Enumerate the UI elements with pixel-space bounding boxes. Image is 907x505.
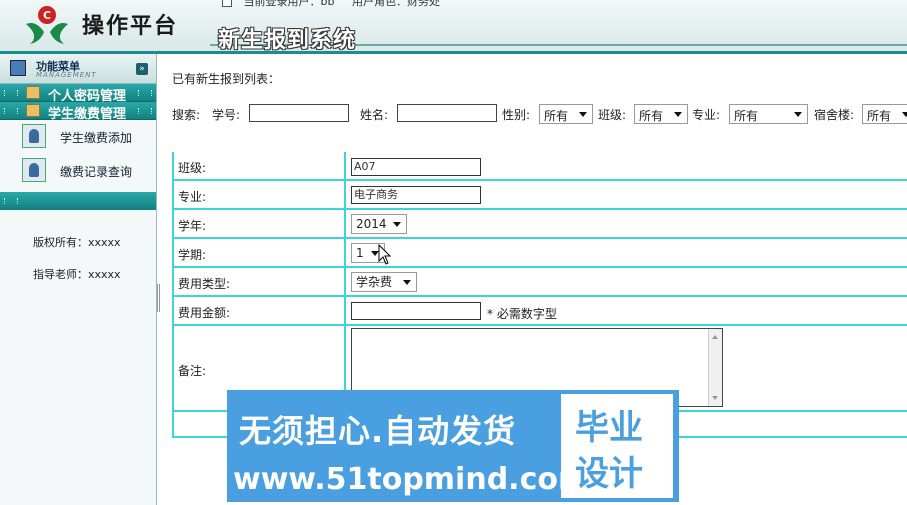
form-row-year: 学年: 2014 (174, 210, 907, 239)
dorm-label: 宿舍楼: (814, 108, 855, 122)
chevron-down-icon (403, 280, 411, 285)
remark-scrollbar[interactable] (708, 329, 722, 406)
sidebar-footer-bar (0, 192, 156, 210)
folder-icon (26, 104, 40, 117)
gender-value: 所有 (544, 109, 569, 123)
search-bar: 搜索: 学号: 姓名: 性别: 所有 班级: 所有 专业: 所有 宿舍楼: 所有 (172, 102, 907, 126)
watermark-banner: 无须担心.自动发货 www.51topmind.com 毕业 设计 (227, 390, 679, 502)
form-label-cell: 班级: (174, 152, 346, 179)
menu-home-icon (10, 60, 26, 76)
gender-label: 性别: (502, 108, 531, 122)
watermark-box-line2: 设计 (575, 454, 643, 494)
name-input[interactable] (397, 104, 497, 122)
remark-field-label: 备注: (178, 364, 207, 378)
bank-logo-icon: C (26, 6, 68, 44)
year-value: 2014 (356, 217, 387, 231)
svg-text:C: C (43, 9, 51, 22)
divider-dots (138, 108, 152, 114)
sidebar-group-password[interactable]: 个人密码管理 (0, 84, 156, 104)
sidebar-item-label: 学生缴费添加 (60, 131, 133, 145)
list-title: 已有新生报到列表： (172, 72, 281, 86)
folder-icon (26, 86, 40, 99)
form-row-fee-type: 费用类型: 学杂费 (174, 268, 907, 297)
amount-hint: * 必需数字型 (487, 307, 557, 321)
divider-dots (4, 90, 18, 96)
scroll-down-icon[interactable] (712, 396, 718, 400)
form-row-major: 专业: 电子商务 (174, 181, 907, 210)
chevron-down-icon (902, 112, 907, 117)
user-add-icon (22, 124, 46, 148)
scroll-up-icon[interactable] (712, 335, 718, 339)
fee-type-value: 学杂费 (356, 275, 393, 289)
sidebar-item-label: 缴费记录查询 (60, 165, 133, 179)
divider-dots (4, 198, 18, 204)
form-row-amount: 费用金额: * 必需数字型 (174, 297, 907, 326)
year-select[interactable]: 2014 (351, 214, 407, 234)
sidebar: 功能菜单 MANAGEMENT » 个人密码管理 学生缴费管理 学生缴费添加 缴… (0, 54, 157, 505)
form-row-term: 学期: 1 (174, 239, 907, 268)
chevron-down-icon (393, 222, 401, 227)
major-field-label: 专业: (178, 190, 207, 204)
watermark-box-line1: 毕业 (575, 408, 643, 448)
menu-subtitle: MANAGEMENT (36, 71, 97, 79)
collapse-toggle-icon[interactable]: » (136, 63, 148, 75)
major-select[interactable]: 所有 (729, 104, 808, 124)
system-title: 新生报到系统 (218, 27, 357, 53)
term-value: 1 (356, 246, 364, 260)
form-label-cell: 专业: (174, 181, 346, 208)
menu-header: 功能菜单 MANAGEMENT » (0, 54, 156, 84)
header: C 操作平台 当前登录用户：bb 用户角色：财务处 新生报到系统 (0, 0, 907, 54)
form-label-cell: 费用金额: (174, 297, 346, 324)
form-row-class: 班级: A07 (174, 152, 907, 181)
form-label-cell: 学年: (174, 210, 346, 237)
copyright: 版权所有：xxxxx (33, 236, 121, 249)
student-no-input[interactable] (249, 104, 349, 122)
class-field-label: 班级: (178, 161, 207, 175)
term-field-label: 学期: (178, 248, 207, 262)
dorm-select[interactable]: 所有 (862, 104, 907, 124)
records-icon (22, 158, 46, 182)
name-label: 姓名: (360, 108, 389, 122)
fee-type-field-label: 费用类型: (178, 277, 231, 291)
watermark-line1: 无须担心.自动发货 (239, 412, 517, 450)
sidebar-group-payment[interactable]: 学生缴费管理 (0, 102, 156, 122)
login-info: 当前登录用户：bb 用户角色：财务处 (222, 0, 440, 8)
chevron-down-icon (794, 112, 802, 117)
chevron-down-icon (674, 112, 682, 117)
amount-field-label: 费用金额: (178, 306, 231, 320)
fee-type-select[interactable]: 学杂费 (351, 272, 417, 292)
major-field[interactable]: 电子商务 (351, 186, 481, 204)
major-value: 所有 (734, 109, 759, 123)
login-user: 当前登录用户：bb (243, 0, 335, 8)
chevron-down-icon (579, 112, 587, 117)
class-label: 班级: (598, 108, 627, 122)
document-icon (222, 0, 232, 7)
year-field-label: 学年: (178, 219, 207, 233)
class-field[interactable]: A07 (351, 158, 481, 176)
dorm-value: 所有 (867, 109, 892, 123)
divider-dots (138, 90, 152, 96)
watermark-line2: www.51topmind.com (233, 462, 590, 497)
major-label: 专业: (692, 108, 721, 122)
advisor: 指导老师：xxxxx (33, 268, 121, 281)
app-name: 操作平台 (82, 13, 179, 39)
sidebar-item-add-payment[interactable]: 学生缴费添加 (0, 120, 156, 154)
login-role: 用户角色：财务处 (351, 0, 440, 8)
form-label-cell: 费用类型: (174, 268, 346, 295)
class-select[interactable]: 所有 (634, 104, 688, 124)
student-no-label: 学号: (212, 108, 241, 122)
sidebar-item-query-payment[interactable]: 缴费记录查询 (0, 154, 156, 188)
watermark-box: 毕业 设计 (561, 394, 673, 498)
divider-dots (4, 108, 18, 114)
gender-select[interactable]: 所有 (539, 104, 593, 124)
mouse-cursor-icon (378, 244, 392, 265)
amount-field[interactable] (351, 302, 481, 320)
search-label: 搜索: (172, 108, 201, 122)
form-label-cell: 学期: (174, 239, 346, 266)
class-value: 所有 (639, 109, 664, 123)
